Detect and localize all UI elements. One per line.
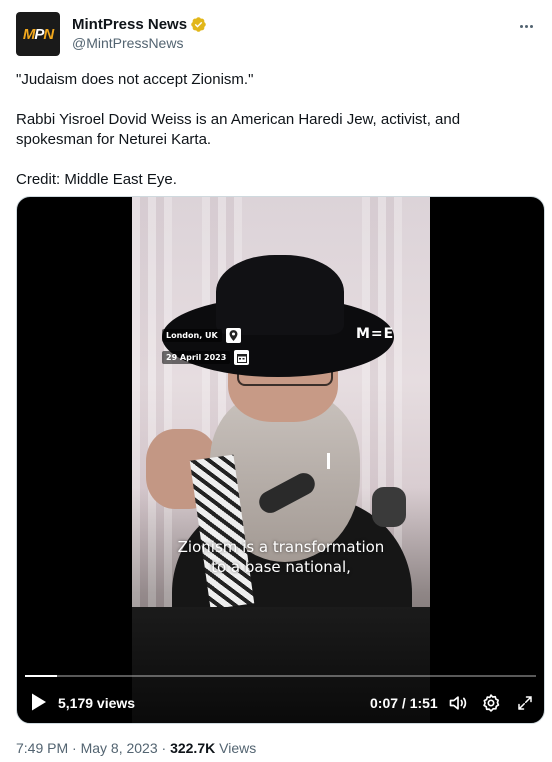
date-badge: 29 April 2023 xyxy=(162,350,250,365)
video-time: 0:07 / 1:51 xyxy=(370,695,438,711)
video-views: 5,179 views xyxy=(58,695,136,711)
display-name-row: MintPress News xyxy=(72,14,207,34)
avatar-letter-p: P xyxy=(34,25,44,43)
location-badge: London, UK xyxy=(162,328,241,343)
calendar-icon xyxy=(234,350,250,365)
tweet-description: Rabbi Yisroel Dovid Weiss is an American… xyxy=(16,111,461,148)
play-icon[interactable] xyxy=(31,693,47,711)
map-pin-icon xyxy=(225,328,241,343)
tweet-header: MPN MintPress News @MintPressNews xyxy=(16,12,536,56)
tweet-meta: 7:49 PM · May 8, 2023 · 322.7K Views xyxy=(16,740,256,756)
avatar-letter-m: M xyxy=(22,25,35,43)
location-label: London, UK xyxy=(162,329,222,342)
video-player[interactable]: London, UK 29 April 2023 M=E Zionism is … xyxy=(16,196,545,724)
verified-badge-icon xyxy=(190,16,207,33)
handle[interactable]: @MintPressNews xyxy=(72,35,207,51)
tweet-body: "Judaism does not accept Zionism." Rabbi… xyxy=(16,70,516,190)
avatar[interactable]: MPN xyxy=(16,12,60,56)
video-progress-bar[interactable] xyxy=(25,675,536,677)
tweet-views-label: Views xyxy=(215,740,257,756)
avatar-letter-n: N xyxy=(43,25,54,43)
tweet-views-count: 322.7K xyxy=(170,740,216,756)
settings-gear-icon[interactable] xyxy=(480,692,502,714)
fullscreen-icon[interactable] xyxy=(514,692,536,714)
author-names: MintPress News @MintPressNews xyxy=(72,14,207,51)
caption-line-1: Zionism is a transformation xyxy=(177,538,385,556)
avatar-logo: MPN xyxy=(22,25,54,43)
tweet-quote: "Judaism does not accept Zionism." xyxy=(16,71,254,88)
video-caption: Zionism is a transformation to a base na… xyxy=(132,537,430,577)
more-options-icon[interactable] xyxy=(516,16,536,36)
microphone-secondary xyxy=(372,487,406,527)
hat-crown xyxy=(216,255,344,335)
tweet-timestamp[interactable]: 7:49 PM · May 8, 2023 · xyxy=(16,740,170,756)
video-progress-fill xyxy=(25,675,58,677)
middle-east-eye-logo: M=E xyxy=(356,326,395,342)
tweet-credit: Credit: Middle East Eye. xyxy=(16,171,177,188)
text-cursor xyxy=(327,453,330,469)
video-controls: 5,179 views 0:07 / 1:51 xyxy=(17,685,544,721)
volume-icon[interactable] xyxy=(447,692,469,714)
video-frame[interactable] xyxy=(132,197,430,723)
date-label: 29 April 2023 xyxy=(162,351,231,364)
caption-line-2: to a base national, xyxy=(211,558,351,576)
display-name[interactable]: MintPress News xyxy=(72,16,187,33)
